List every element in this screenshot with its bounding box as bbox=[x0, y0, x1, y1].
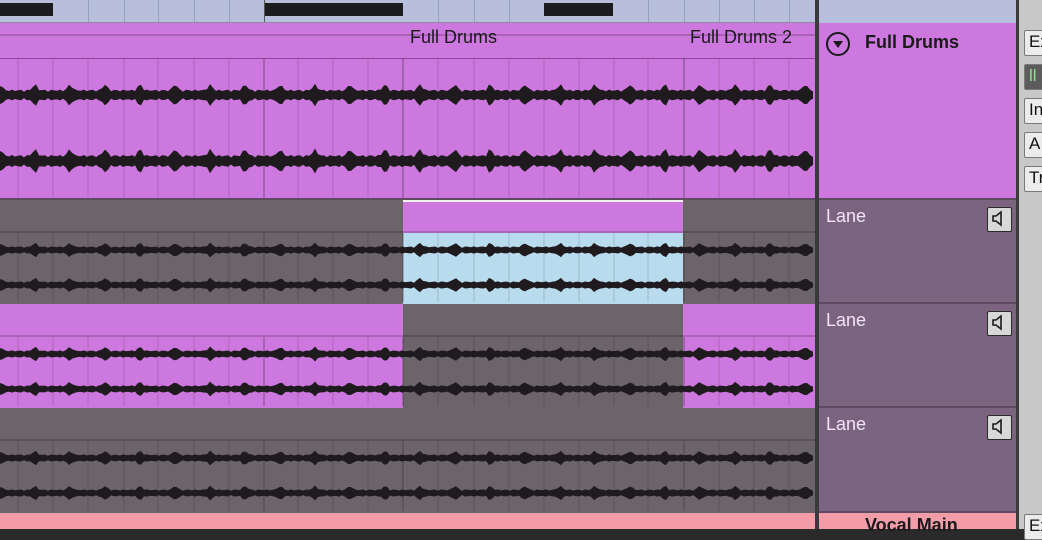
speaker-icon[interactable] bbox=[987, 311, 1012, 336]
lane-header[interactable]: Lane bbox=[819, 408, 1016, 513]
lane-name[interactable]: Lane bbox=[826, 414, 866, 435]
track-button[interactable]: Tr bbox=[1024, 166, 1042, 192]
lane-header[interactable]: Lane bbox=[819, 304, 1016, 408]
expand-button[interactable]: Ex bbox=[1024, 514, 1042, 540]
speaker-icon[interactable] bbox=[987, 207, 1012, 232]
track-header[interactable]: Full Drums bbox=[819, 23, 1016, 200]
automation-button[interactable]: A bbox=[1024, 132, 1042, 158]
speaker-icon[interactable] bbox=[987, 415, 1012, 440]
lane-header[interactable]: Lane bbox=[819, 200, 1016, 304]
lane-name[interactable]: Lane bbox=[826, 310, 866, 331]
mixer-strip: Ex ll In A Tr Ex bbox=[1016, 0, 1042, 540]
fold-toggle-icon[interactable] bbox=[826, 32, 850, 56]
lane-name[interactable]: Lane bbox=[826, 206, 866, 227]
track-name[interactable]: Vocal Main bbox=[865, 515, 958, 536]
expand-button[interactable]: Ex bbox=[1024, 30, 1042, 56]
header-ruler-area bbox=[819, 0, 1016, 23]
next-track-header[interactable]: Vocal Main bbox=[819, 513, 1016, 535]
next-track-clip[interactable] bbox=[0, 513, 815, 529]
waveform-overlay bbox=[0, 34, 815, 511]
input-button[interactable]: In bbox=[1024, 98, 1042, 124]
level-meter: ll bbox=[1024, 64, 1042, 90]
track-name[interactable]: Full Drums bbox=[865, 32, 959, 53]
